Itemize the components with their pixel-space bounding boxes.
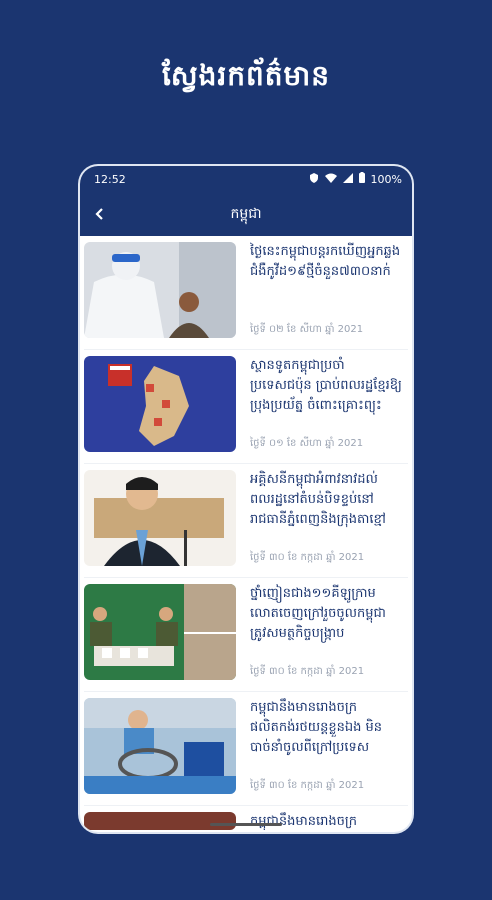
article-thumbnail	[84, 242, 236, 338]
article-date: ថ្ងៃទី ៣០ ខែ កក្កដា ឆ្នាំ 2021	[250, 552, 365, 563]
article-thumbnail	[84, 470, 236, 566]
battery-icon	[358, 172, 365, 186]
article-headline: កម្ពុជានឹងមានរោងចក្រផលិតកង់	[250, 814, 358, 829]
phone-frame: 12:52 100% កម្ពុជា ថ្ងៃនេះកម្ពុជាបន្តរកឃ…	[80, 166, 412, 832]
chevron-left-icon	[95, 208, 103, 220]
article-list: ថ្ងៃនេះកម្ពុជាបន្តរកឃើញអ្នកឆ្លងជំងឺកូវីដ…	[80, 236, 412, 830]
article-thumbnail	[84, 812, 236, 830]
article-thumbnail	[84, 356, 236, 452]
promo-title: ស្វែងរកព័ត៌មាន	[162, 59, 330, 92]
app-bar: កម្ពុជា	[80, 192, 412, 236]
wifi-icon	[324, 173, 337, 186]
article-item[interactable]: ស្ថានទូតកម្ពុជាប្រចាំប្រទេសជប៉ុន ប្រាប់ព…	[84, 350, 408, 464]
article-item[interactable]: ថ្នាំញៀនជាង១១គីឡូក្រាម លោតចេញក្រៅរួចចូលក…	[84, 578, 408, 692]
shield-icon	[309, 172, 319, 186]
status-bar: 12:52 100%	[80, 166, 412, 192]
article-item[interactable]: អគ្គិសនីកម្ពុជាអំពាវនាវដល់ពលរដ្ឋនៅតំបន់ប…	[84, 464, 408, 578]
article-item[interactable]: កម្ពុជានឹងមានរោងចក្រផលិតកង់	[84, 806, 408, 830]
page-title: កម្ពុជា	[230, 205, 262, 222]
back-button[interactable]	[80, 192, 120, 236]
article-date: ថ្ងៃទី ០១ ខែ សីហា ឆ្នាំ 2021	[250, 438, 364, 449]
article-date: ថ្ងៃទី ៣០ ខែ កក្កដា ឆ្នាំ 2021	[250, 666, 365, 677]
battery-percent: 100%	[370, 172, 402, 186]
article-headline: អគ្គិសនីកម្ពុជាអំពាវនាវដល់ពលរដ្ឋនៅតំបន់ប…	[250, 472, 386, 527]
home-indicator	[210, 823, 282, 826]
article-item[interactable]: ថ្ងៃនេះកម្ពុជាបន្តរកឃើញអ្នកឆ្លងជំងឺកូវីដ…	[84, 236, 408, 350]
article-headline: កម្ពុជានឹងមានរោងចក្រផលិតកង់រថយន្តខ្លួនឯង…	[250, 700, 383, 755]
article-headline: ថ្នាំញៀនជាង១១គីឡូក្រាម លោតចេញក្រៅរួចចូលក…	[250, 586, 386, 641]
signal-icon	[342, 172, 353, 186]
article-item[interactable]: កម្ពុជានឹងមានរោងចក្រផលិតកង់រថយន្តខ្លួនឯង…	[84, 692, 408, 806]
article-thumbnail	[84, 698, 236, 794]
article-headline: ស្ថានទូតកម្ពុជាប្រចាំប្រទេសជប៉ុន ប្រាប់ព…	[250, 358, 402, 413]
article-date: ថ្ងៃទី ៣០ ខែ កក្កដា ឆ្នាំ 2021	[250, 780, 365, 791]
status-time: 12:52	[94, 172, 126, 186]
article-date: ថ្ងៃទី ០២ ខែ សីហា ឆ្នាំ 2021	[250, 324, 364, 335]
article-headline: ថ្ងៃនេះកម្ពុជាបន្តរកឃើញអ្នកឆ្លងជំងឺកូវីដ…	[250, 244, 401, 279]
article-thumbnail	[84, 584, 236, 680]
